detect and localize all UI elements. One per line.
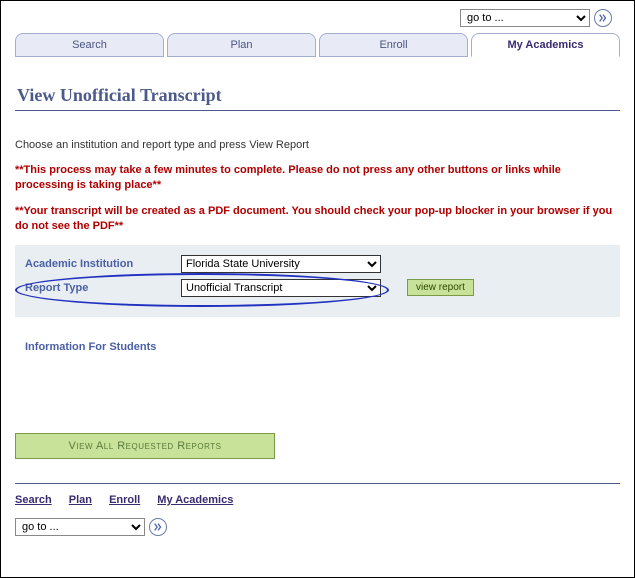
view-report-button[interactable]: view report (407, 279, 474, 296)
info-students-link[interactable]: Information For Students (25, 341, 156, 353)
tab-plan[interactable]: Plan (167, 33, 316, 57)
transcript-form: Academic Institution Florida State Unive… (15, 245, 620, 317)
go-button-bottom[interactable] (149, 518, 167, 536)
footer-links: Search Plan Enroll My Academics (15, 494, 620, 506)
view-all-reports-button[interactable]: View All Requested Reports (15, 433, 275, 459)
double-chevron-right-icon (153, 522, 163, 532)
institution-select[interactable]: Florida State University (181, 255, 381, 273)
warning-pdf: **Your transcript will be created as a P… (15, 204, 620, 235)
double-chevron-right-icon (598, 13, 608, 23)
report-type-select[interactable]: Unofficial Transcript (181, 279, 381, 297)
footer-link-search[interactable]: Search (15, 494, 52, 506)
page-title: View Unofficial Transcript (17, 85, 618, 106)
tab-my-academics[interactable]: My Academics (471, 33, 620, 57)
report-type-label: Report Type (25, 282, 175, 294)
go-button-top[interactable] (594, 9, 612, 27)
tab-enroll[interactable]: Enroll (319, 33, 468, 57)
warning-processing: **This process may take a few minutes to… (15, 163, 620, 194)
footer-divider (15, 483, 620, 484)
footer-link-plan[interactable]: Plan (69, 494, 92, 506)
footer-link-enroll[interactable]: Enroll (109, 494, 140, 506)
goto-select-top[interactable]: go to ... (460, 9, 590, 27)
institution-label: Academic Institution (25, 258, 175, 270)
title-divider (15, 110, 620, 111)
goto-select-bottom[interactable]: go to ... (15, 518, 145, 536)
footer-link-my-academics[interactable]: My Academics (157, 494, 233, 506)
instruction-text: Choose an institution and report type an… (15, 139, 620, 151)
tab-search[interactable]: Search (15, 33, 164, 57)
